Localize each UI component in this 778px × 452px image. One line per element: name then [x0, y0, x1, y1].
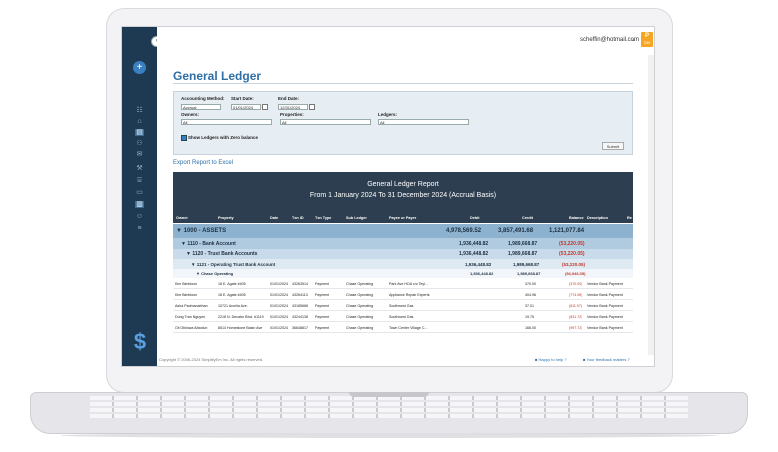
laptop-shadow — [60, 433, 718, 438]
col-owner[interactable]: Owner — [176, 216, 188, 220]
ledgers-label: Ledgers: — [378, 112, 398, 117]
submit-button[interactable]: Submit — [602, 142, 624, 150]
end-date-label: End Date: — [278, 96, 300, 101]
sidebar: › + ☷ ⌂ ▤ ⚇ ✉ ⚒ ⌸ ▭ ▥ ☺ ≡ $ — [122, 27, 162, 366]
col-debit[interactable]: Debit — [470, 216, 480, 220]
report-title: General Ledger Report — [367, 181, 439, 188]
dashboard-icon[interactable]: ☷ — [135, 107, 144, 114]
col-property[interactable]: Property — [218, 216, 234, 220]
plan-badge[interactable]: P 339 — [641, 32, 653, 47]
calendar-icon[interactable] — [309, 104, 315, 110]
table-row[interactable]: Dung Tran Nguyen 2218 N. Decatur Blvd. #… — [173, 311, 633, 322]
owners-select[interactable]: All — [181, 119, 272, 125]
title-divider — [173, 83, 633, 84]
general-ledger-report: General Ledger Report From 1 January 202… — [173, 172, 633, 355]
app-screen: › + ☷ ⌂ ▤ ⚇ ✉ ⚒ ⌸ ▭ ▥ ☺ ≡ $ scheffin@hot… — [121, 26, 655, 367]
report-header: General Ledger Report From 1 January 202… — [173, 172, 633, 213]
col-reference[interactable]: Re — [627, 216, 632, 220]
help-link[interactable]: ■ Happy to help ? — [535, 357, 567, 362]
chevron-down-icon[interactable]: ⌄ — [631, 36, 636, 43]
col-sub-ledger[interactable]: Sub Ledger — [346, 216, 367, 220]
report-subtitle: From 1 January 2024 To 31 December 2024 … — [309, 192, 497, 199]
group-row-chase-operating[interactable]: ▼ Chase Operating 1,936,448.82 1,989,668… — [173, 269, 633, 278]
column-headers: Owner Property Date Txn ID Txn Type Sub … — [173, 213, 633, 223]
properties-label: Properties: — [280, 112, 304, 117]
bank-icon[interactable]: ⌸ — [135, 177, 144, 184]
table-row[interactable]: Oli Obilowa Abiodun 8014 Homestone Basin… — [173, 322, 633, 333]
page-scrollbar[interactable] — [648, 55, 654, 355]
copyright-text: Copyright © 2006-2024 SimplifyEm Inc. Al… — [159, 357, 264, 362]
footer: Copyright © 2006-2024 SimplifyEm Inc. Al… — [157, 355, 654, 366]
zero-balance-label: Show Ledgers with Zero balance — [188, 135, 259, 140]
document-icon[interactable]: ▭ — [135, 189, 144, 196]
end-date-input[interactable]: 12/31/2024 — [278, 104, 308, 110]
ledgers-select[interactable]: All — [378, 119, 469, 125]
col-txn-id[interactable]: Txn ID — [292, 216, 304, 220]
reports-icon[interactable]: ▥ — [135, 201, 144, 208]
mail-icon[interactable]: ✉ — [135, 151, 144, 158]
home-icon[interactable]: ⌂ — [135, 118, 144, 125]
start-date-label: Start Date: — [231, 96, 254, 101]
filter-panel: Accounting Method: Accrual Start Date: 0… — [173, 91, 633, 155]
accounting-method-label: Accounting Method: — [181, 96, 225, 101]
col-date[interactable]: Date — [270, 216, 278, 220]
laptop-notch — [349, 392, 429, 397]
table-row[interactable]: Asha Padmanabhan 10721 Arcelia Ave. 01/0… — [173, 300, 633, 311]
page-title: General Ledger — [173, 69, 262, 83]
settings-icon[interactable]: ≡ — [135, 225, 144, 232]
main-content: General Ledger Accounting Method: Accrua… — [157, 55, 648, 355]
zero-balance-checkbox[interactable] — [181, 135, 187, 141]
owners-label: Owners: — [181, 112, 200, 117]
col-payee[interactable]: Payee or Payer — [389, 216, 416, 220]
group-row-operating-trust[interactable]: ▼ 1121 - Operating Trust Bank Account 1,… — [173, 259, 633, 269]
contacts-icon[interactable]: ☺ — [135, 213, 144, 220]
start-date-input[interactable]: 01/01/2024 — [231, 104, 261, 110]
wrench-icon[interactable]: ⚒ — [135, 165, 144, 172]
properties-select[interactable]: All — [280, 119, 371, 125]
export-excel-link[interactable]: Export Report to Excel — [173, 160, 233, 166]
accounting-method-select[interactable]: Accrual — [181, 104, 221, 110]
people-icon[interactable]: ⚇ — [135, 140, 144, 147]
brand-logo-icon: $ — [133, 329, 147, 354]
col-txn-type[interactable]: Txn Type — [315, 216, 331, 220]
col-balance[interactable]: Balance — [569, 216, 584, 220]
col-credit[interactable]: Credit — [522, 216, 533, 220]
table-row[interactable]: Kim Bimbloon 18 E. Agate #405 01/01/2024… — [173, 289, 633, 300]
laptop-keyboard — [90, 396, 688, 422]
group-row-assets[interactable]: ▼ 1000 - ASSETS 4,978,569.52 3,857,491.6… — [173, 224, 633, 238]
add-icon[interactable]: + — [133, 61, 146, 74]
group-row-trust-bank[interactable]: ▼ 1120 - Trust Bank Accounts 1,936,448.8… — [173, 249, 633, 259]
group-row-bank-account[interactable]: ▼ 1110 - Bank Account 1,936,448.82 1,989… — [173, 238, 633, 249]
col-description[interactable]: Description — [587, 216, 608, 220]
table-row[interactable]: Kim Bimbloon 18 E. Agate #405 01/01/2024… — [173, 278, 633, 289]
ledger-icon[interactable]: ▤ — [135, 129, 144, 136]
top-bar: scheffin@hotmail.com ⌄ P 339 — [157, 27, 654, 55]
calendar-icon[interactable] — [262, 104, 268, 110]
feedback-link[interactable]: ■ Your feedback matters ? — [583, 357, 630, 362]
